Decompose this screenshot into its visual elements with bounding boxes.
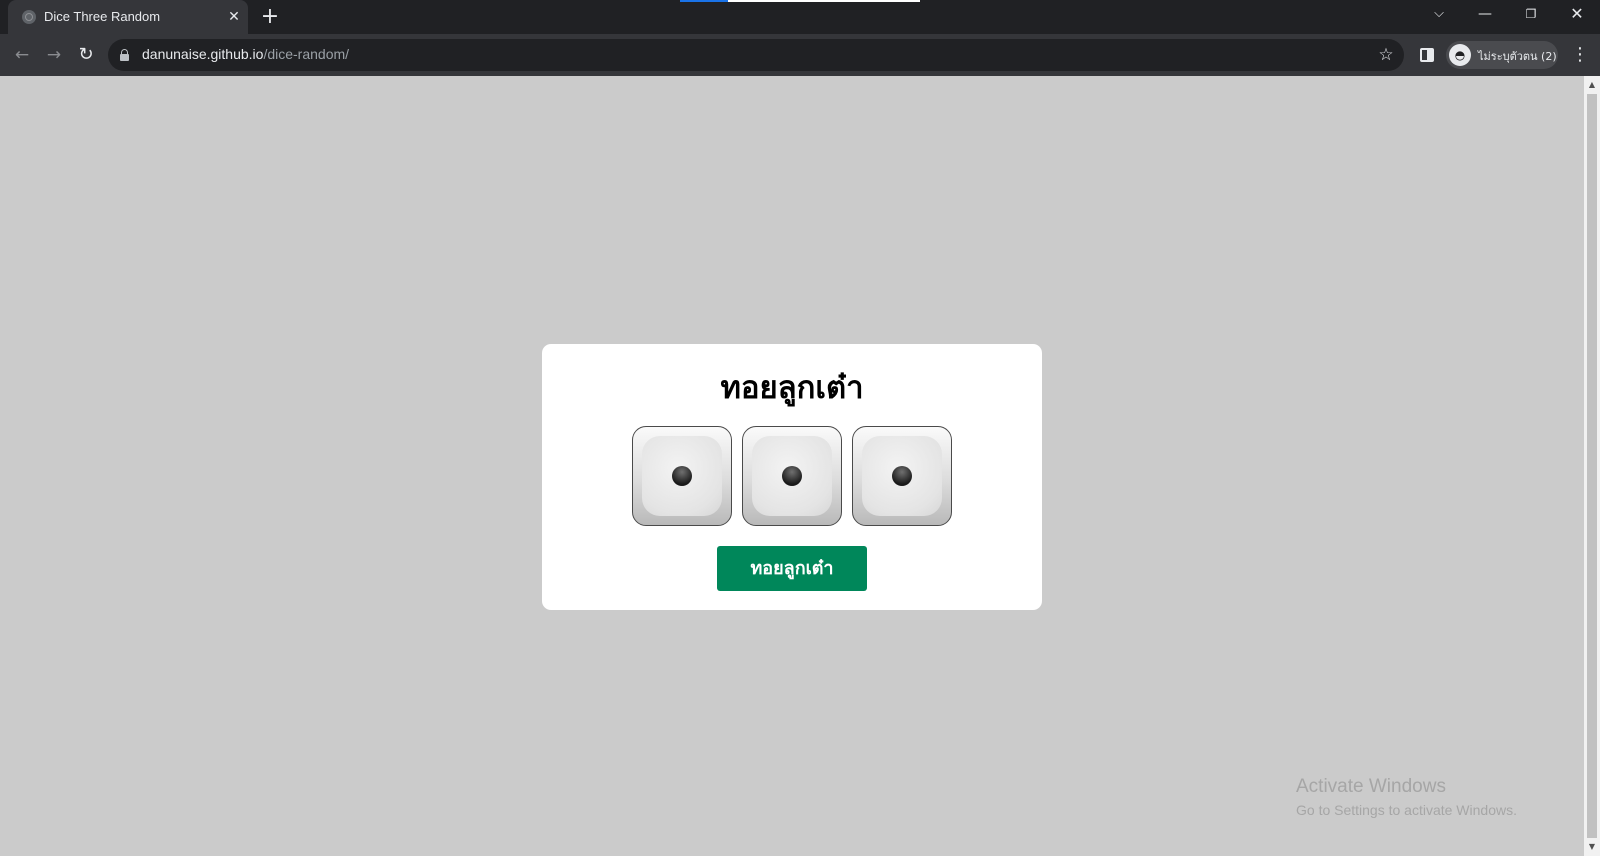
address-bar[interactable]: danunaise.github.io/dice-random/ ☆ <box>108 39 1404 71</box>
lock-icon[interactable] <box>120 49 129 61</box>
windows-activation-watermark: Activate Windows Go to Settings to activ… <box>1296 776 1517 818</box>
star-icon[interactable]: ☆ <box>1374 43 1398 67</box>
die-pip <box>672 466 692 486</box>
incognito-icon: ◓ <box>1449 44 1471 66</box>
side-panel-icon[interactable] <box>1420 48 1434 62</box>
scroll-thumb[interactable] <box>1587 94 1597 838</box>
profile-label: ไม่ระบุตัวตน (2) <box>1478 50 1557 63</box>
url-host: danunaise.github.io <box>142 46 264 62</box>
die-pip <box>782 466 802 486</box>
die-1 <box>632 426 732 526</box>
tab-title: Dice Three Random <box>44 9 161 24</box>
scroll-up-icon[interactable]: ▲ <box>1584 78 1600 92</box>
new-tab-icon[interactable]: + <box>258 5 282 29</box>
page-viewport: ทอยลูกเต๋า ทอยลูกเต๋า Activate Windows G… <box>0 76 1600 856</box>
url-text[interactable]: danunaise.github.io/dice-random/ <box>142 46 349 62</box>
page-title: ทอยลูกเต๋า <box>720 370 864 406</box>
close-tab-icon[interactable]: ✕ <box>224 7 244 27</box>
window-close-icon[interactable]: ✕ <box>1554 0 1600 30</box>
scroll-down-icon[interactable]: ▼ <box>1584 840 1600 854</box>
die-3 <box>852 426 952 526</box>
kebab-menu-icon[interactable]: ⋮ <box>1566 41 1594 69</box>
profile-button[interactable]: ◓ ไม่ระบุตัวตน (2) <box>1446 41 1558 69</box>
roll-dice-button[interactable]: ทอยลูกเต๋า <box>717 546 867 591</box>
forward-arrow-icon[interactable]: → <box>40 41 68 69</box>
watermark-title: Activate Windows <box>1296 776 1446 797</box>
die-face <box>862 436 942 516</box>
die-face <box>752 436 832 516</box>
loading-indicator <box>680 0 920 2</box>
dice-card: ทอยลูกเต๋า ทอยลูกเต๋า <box>542 344 1042 610</box>
die-face <box>642 436 722 516</box>
dice-row <box>632 426 952 526</box>
reload-icon[interactable]: ↻ <box>72 41 100 69</box>
die-2 <box>742 426 842 526</box>
watermark-subtitle: Go to Settings to activate Windows. <box>1296 802 1517 818</box>
browser-tab[interactable]: Dice Three Random ✕ <box>8 0 248 34</box>
back-arrow-icon[interactable]: ← <box>8 41 36 69</box>
browser-toolbar: ← → ↻ danunaise.github.io/dice-random/ ☆… <box>0 34 1600 76</box>
tab-search-icon[interactable]: ⌵ <box>1416 0 1462 30</box>
tab-strip: Dice Three Random ✕ + ⌵ — ❐ ✕ <box>0 0 1600 34</box>
die-pip <box>892 466 912 486</box>
globe-icon <box>22 10 36 24</box>
minimize-icon[interactable]: — <box>1462 0 1508 30</box>
restore-icon[interactable]: ❐ <box>1508 0 1554 30</box>
vertical-scrollbar[interactable]: ▲ ▼ <box>1584 76 1600 856</box>
url-path: /dice-random/ <box>263 46 350 62</box>
